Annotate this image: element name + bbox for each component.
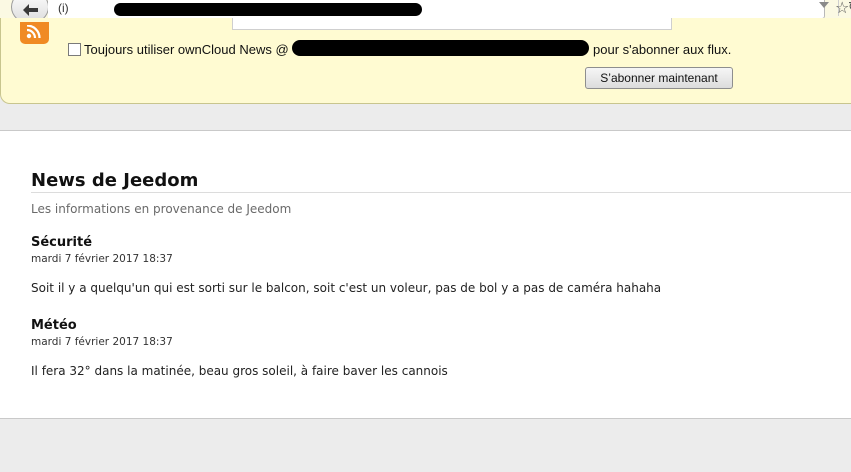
entry-date: mardi 7 février 2017 18:37	[31, 336, 173, 348]
back-arrow-icon	[23, 4, 38, 16]
rss-feed-icon	[20, 22, 49, 44]
always-use-label-start: Toujours utiliser ownCloud News @	[84, 42, 289, 57]
feed-subtitle: Les informations en provenance de Jeedom	[31, 202, 292, 216]
entry-body: Soit il y a quelqu'un qui est sorti sur …	[31, 281, 662, 295]
always-use-label-end: pour s'abonner aux flux.	[593, 42, 732, 57]
entry-title[interactable]: Météo	[31, 318, 831, 333]
entry-title[interactable]: Sécurité	[31, 235, 831, 250]
feed-entry: Sécurité mardi 7 février 2017 18:37 Soit…	[31, 235, 831, 295]
feed-content: News de Jeedom Les informations en prove…	[0, 130, 851, 419]
always-use-checkbox[interactable]	[68, 43, 81, 56]
bookmark-star-icon[interactable]: ☆	[835, 0, 849, 17]
site-identity-icon[interactable]: (i)	[58, 1, 69, 15]
redacted-url	[114, 3, 422, 16]
entry-body: Il fera 32° dans la matinée, beau gros s…	[31, 364, 448, 378]
subscribe-bar: Toujours utiliser ownCloud News @ pour s…	[0, 18, 851, 104]
subscribe-now-button[interactable]: S’abonner maintenant	[585, 67, 733, 89]
entry-date: mardi 7 février 2017 18:37	[31, 253, 173, 265]
address-bar[interactable]: (i) ↻	[48, 0, 851, 19]
feed-title: News de Jeedom	[31, 170, 199, 191]
title-divider	[31, 192, 851, 193]
redacted-hostname	[292, 40, 589, 56]
history-dropdown-icon[interactable]	[819, 2, 829, 8]
feed-entry: Météo mardi 7 février 2017 18:37 Il fera…	[31, 318, 831, 378]
url-popup-edge	[232, 18, 672, 30]
